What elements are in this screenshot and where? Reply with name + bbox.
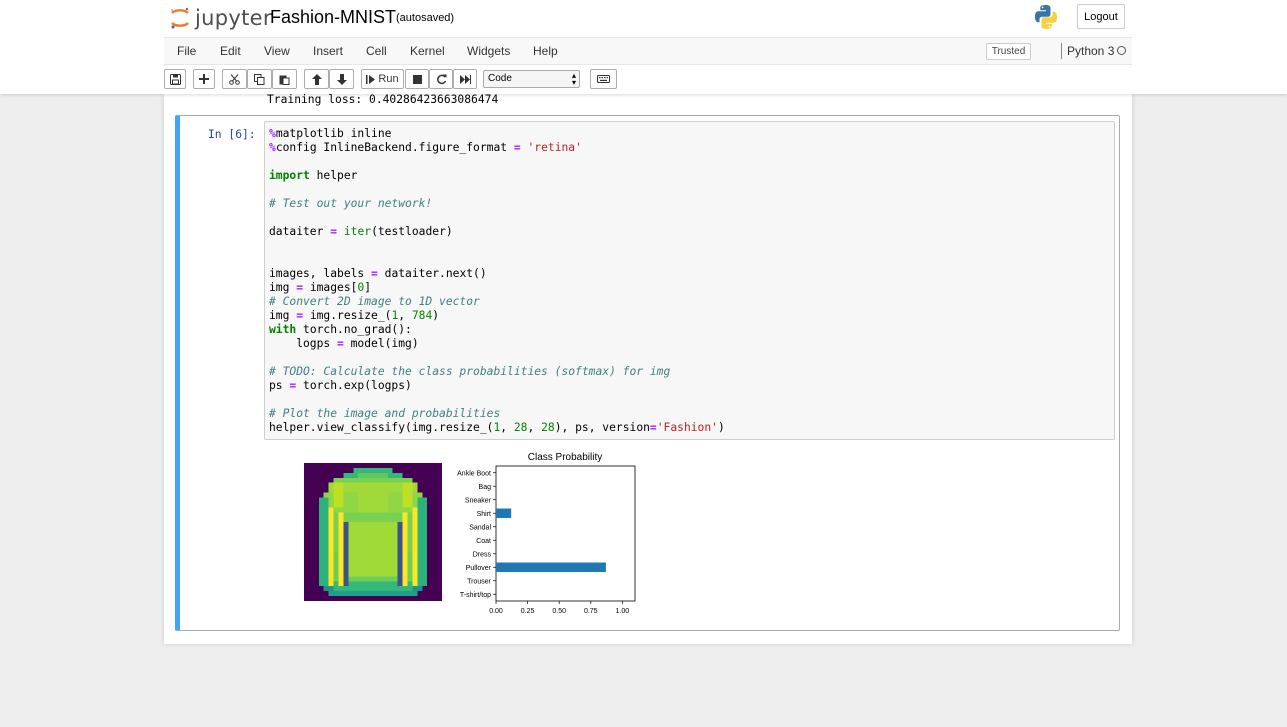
y-tick-label: Shirt: [477, 511, 491, 518]
image-pixel-block: [358, 482, 388, 513]
move-up-button[interactable]: [304, 69, 329, 89]
notebook-container: Training loss: 0.40286423663086474 In [6…: [164, 93, 1132, 644]
cut-button[interactable]: [222, 69, 247, 89]
stop-icon: [412, 74, 422, 84]
image-pixel-block: [402, 482, 413, 508]
y-tick-label: Sandal: [469, 524, 491, 531]
code-text[interactable]: %matplotlib inline %config InlineBackend…: [269, 127, 725, 435]
cut-icon: [229, 73, 240, 85]
python-logo-icon: [1034, 4, 1058, 35]
insert-cell-button[interactable]: [193, 69, 215, 89]
chart-title: Class Probability: [528, 452, 602, 463]
keyboard-icon: [597, 75, 610, 83]
restart-icon: [436, 74, 446, 84]
menu-view[interactable]: View: [264, 44, 290, 58]
bar-shirt: [496, 508, 512, 518]
chart-frame: [495, 465, 636, 602]
x-tick-label: 0.50: [552, 608, 566, 614]
fast-forward-icon: [459, 74, 471, 84]
y-tick-label: Pullover: [466, 565, 492, 572]
save-icon: [169, 73, 181, 85]
copy-button[interactable]: [247, 69, 272, 89]
x-tick-label: 0.75: [584, 608, 598, 614]
image-pixel-block: [338, 512, 344, 587]
notebook-title[interactable]: Fashion-MNIST: [270, 7, 396, 28]
cell-prompt: In [6]:: [208, 128, 256, 141]
move-down-button[interactable]: [329, 69, 354, 89]
image-pixel-block: [328, 507, 334, 587]
image-pixel-block: [412, 586, 423, 592]
image-pixel-block: [412, 507, 418, 587]
image-pixel-block: [333, 477, 413, 483]
kernel-name: Python 3: [1067, 44, 1115, 58]
menu-cell[interactable]: Cell: [366, 44, 387, 58]
restart-run-all-button[interactable]: [453, 69, 477, 89]
interrupt-button[interactable]: [405, 69, 429, 89]
cell-type-value: Code: [488, 73, 512, 84]
jupyter-logo-text: jupyter: [195, 5, 272, 30]
trusted-badge[interactable]: Trusted: [986, 43, 1031, 60]
bar-pullover: [496, 562, 606, 572]
image-pixel-block: [318, 497, 329, 587]
previous-cell-output: Training loss: 0.40286423663086474: [267, 93, 499, 106]
save-button[interactable]: [164, 69, 186, 89]
code-cell[interactable]: In [6]: %matplotlib inline %config Inlin…: [175, 115, 1120, 631]
menu-help[interactable]: Help: [533, 44, 558, 58]
image-pixel-block: [402, 512, 408, 587]
chevron-updown-icon: ▴ ▾: [571, 71, 576, 87]
menu-insert[interactable]: Insert: [313, 44, 343, 58]
code-editor[interactable]: %matplotlib inline %config InlineBackend…: [264, 121, 1115, 440]
x-tick-label: 1.00: [616, 608, 630, 614]
y-tick-label: Trouser: [467, 578, 492, 585]
menu-file[interactable]: File: [177, 44, 196, 58]
copy-icon: [254, 73, 265, 85]
image-pixel-block: [348, 522, 398, 577]
run-label: Run: [378, 73, 399, 85]
arrow-down-icon: [336, 73, 347, 85]
jupyter-logo-icon: [171, 7, 189, 28]
menubar: File Edit View Insert Cell Kernel Widget…: [164, 37, 1132, 65]
image-pixel-block: [358, 472, 388, 478]
run-button[interactable]: Run: [361, 69, 404, 89]
notebook-header: jupyter Fashion-MNIST (autosaved) Logout…: [0, 0, 1287, 94]
arrow-up-icon: [311, 73, 322, 85]
x-tick-label: 0.25: [521, 608, 535, 614]
image-pixel-block: [333, 482, 344, 508]
plus-icon: [199, 74, 209, 84]
command-palette-button[interactable]: [590, 69, 617, 89]
y-tick-label: Coat: [476, 538, 491, 545]
kernel-divider: [1061, 43, 1062, 59]
chart-svg: Class Probability T-shirt/top Trouser Pull…: [457, 452, 636, 615]
run-icon: [366, 74, 376, 84]
image-pixel-block: [397, 522, 403, 587]
x-tick-label: 0.00: [489, 608, 503, 614]
y-tick-label: Ankle Boot: [457, 470, 491, 477]
y-tick-label: Dress: [473, 551, 492, 558]
image-pixel-block: [328, 591, 418, 597]
y-tick-label: Bag: [479, 484, 492, 491]
cell-type-select[interactable]: Code ▴ ▾: [483, 70, 580, 88]
image-pixel-block: [323, 586, 334, 592]
menu-kernel[interactable]: Kernel: [410, 44, 445, 58]
paste-button[interactable]: [272, 69, 297, 89]
y-tick-label: T-shirt/top: [460, 592, 491, 599]
paste-icon: [279, 75, 290, 85]
autosave-status: (autosaved): [396, 12, 455, 24]
image-pixel-block: [417, 497, 428, 587]
class-probability-chart: Class Probability T-shirt/top Trouser Pull…: [450, 449, 650, 619]
pullover-image: [304, 463, 442, 601]
image-pixel-block: [343, 522, 349, 587]
y-tick-label: Sneaker: [465, 497, 492, 504]
menu-widgets[interactable]: Widgets: [467, 44, 510, 58]
menu-edit[interactable]: Edit: [220, 44, 241, 58]
kernel-idle-icon: [1117, 46, 1126, 55]
logout-button[interactable]: Logout: [1077, 4, 1125, 29]
restart-button[interactable]: [429, 69, 453, 89]
jupyter-logo[interactable]: jupyter: [169, 5, 272, 30]
